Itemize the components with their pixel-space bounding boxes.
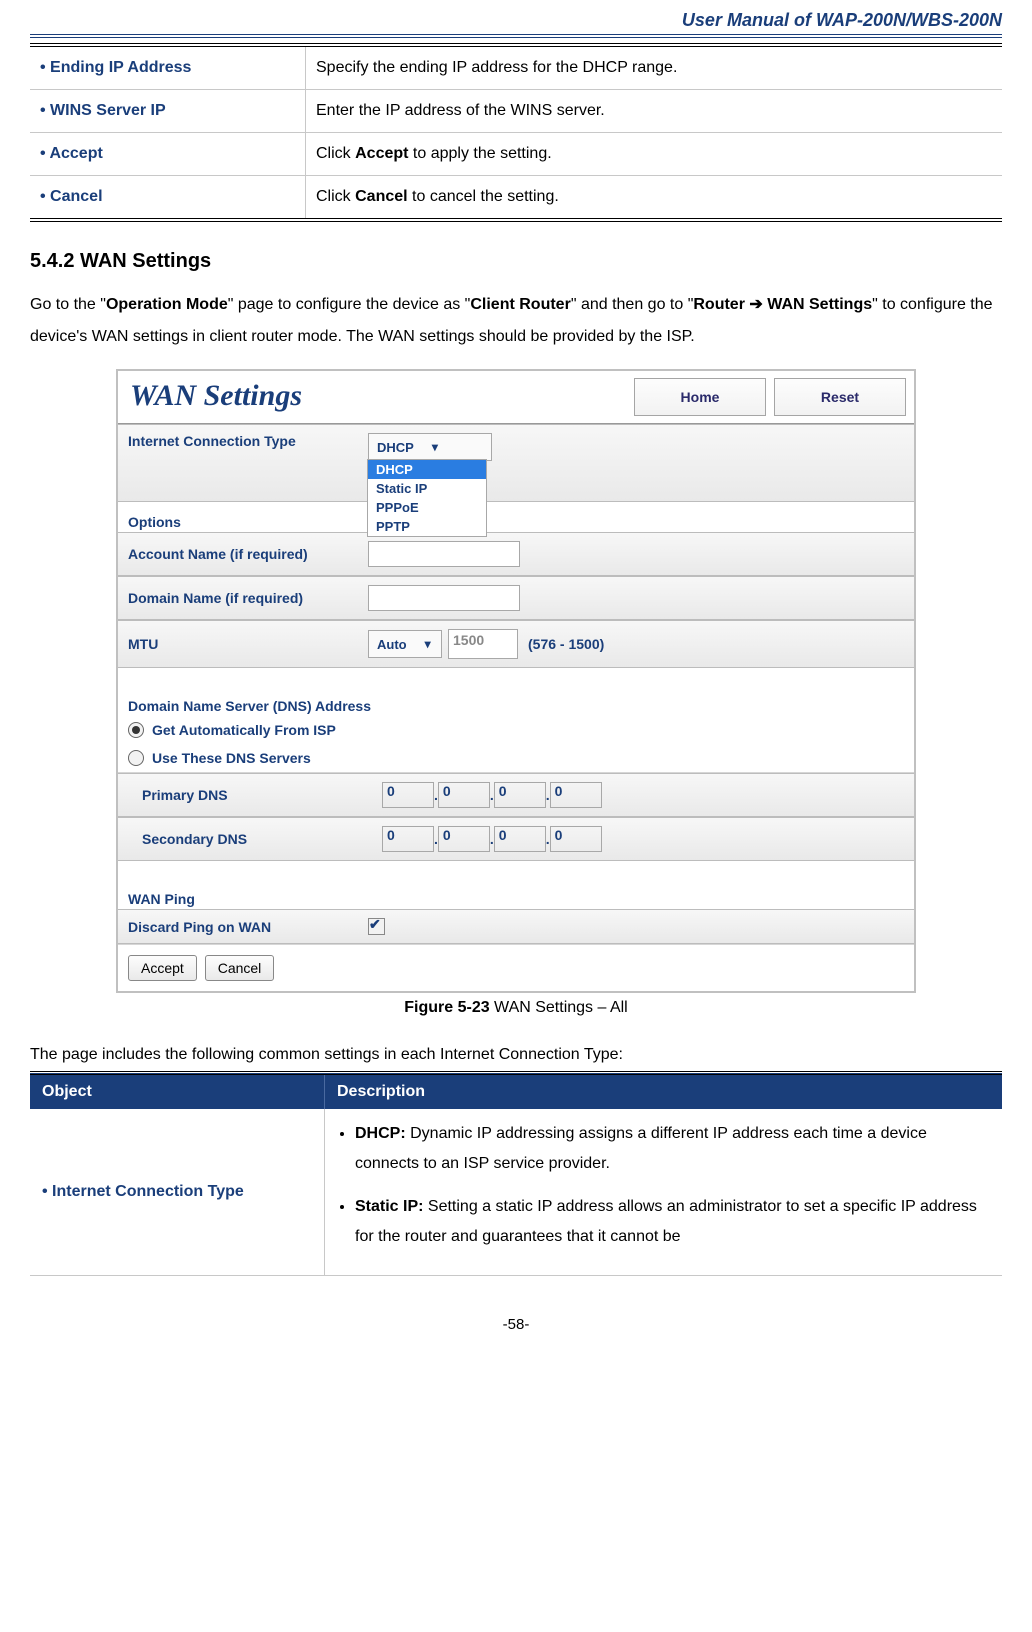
conn-type-select[interactable]: DHCP xyxy=(368,433,492,461)
dns-octet-input[interactable]: 0 xyxy=(382,826,434,852)
section-heading: 5.4.2 WAN Settings xyxy=(30,250,1002,273)
page-number: -58- xyxy=(30,1316,1002,1333)
dns-octet-input[interactable]: 0 xyxy=(550,826,602,852)
conn-option-pptp[interactable]: PPTP xyxy=(368,517,486,536)
figure-caption: Figure 5-23 WAN Settings – All xyxy=(30,999,1002,1017)
primary-dns-label: Primary DNS xyxy=(128,787,382,803)
section-paragraph: Go to the "Operation Mode" page to confi… xyxy=(30,289,1002,353)
description-list: DHCP: Dynamic IP addressing assigns a di… xyxy=(337,1119,990,1253)
conn-type-label: Internet Connection Type xyxy=(128,433,368,449)
table2-intro: The page includes the following common s… xyxy=(30,1039,1002,1071)
object-label: Ending IP Address xyxy=(40,59,191,76)
home-button[interactable]: Home xyxy=(634,378,766,416)
object-desc: Click Cancel to cancel the setting. xyxy=(306,176,1003,221)
conn-type-options[interactable]: DHCP Static IP PPPoE PPTP xyxy=(367,459,487,537)
dns-heading: Domain Name Server (DNS) Address xyxy=(118,686,914,716)
dns-manual-label: Use These DNS Servers xyxy=(152,750,311,766)
mtu-hint: (576 - 1500) xyxy=(528,636,604,652)
table-row: WINS Server IP Enter the IP address of t… xyxy=(30,90,1002,133)
domain-name-label: Domain Name (if required) xyxy=(128,590,368,606)
dns-octet-input[interactable]: 0 xyxy=(550,782,602,808)
accept-button[interactable]: Accept xyxy=(128,955,197,981)
mtu-label: MTU xyxy=(128,636,368,652)
table-row: Internet Connection Type DHCP: Dynamic I… xyxy=(30,1109,1002,1275)
conn-option-dhcp[interactable]: DHCP xyxy=(368,460,486,479)
domain-name-input[interactable] xyxy=(368,585,520,611)
object-label: Accept xyxy=(40,145,103,162)
mtu-value-input[interactable]: 1500 xyxy=(448,629,518,659)
col-description: Description xyxy=(325,1073,1003,1109)
object-label: WINS Server IP xyxy=(40,102,166,119)
discard-ping-checkbox[interactable] xyxy=(368,918,385,935)
table-row: Ending IP Address Specify the ending IP … xyxy=(30,45,1002,90)
reset-button[interactable]: Reset xyxy=(774,378,906,416)
parameter-table-continued: Ending IP Address Specify the ending IP … xyxy=(30,43,1002,222)
col-object: Object xyxy=(30,1073,325,1109)
account-name-label: Account Name (if required) xyxy=(128,546,368,562)
dns-auto-label: Get Automatically From ISP xyxy=(152,722,336,738)
object-desc: Click Accept to apply the setting. xyxy=(306,133,1003,176)
object-desc: Enter the IP address of the WINS server. xyxy=(306,90,1003,133)
object-label: Cancel xyxy=(40,188,103,205)
dns-auto-radio[interactable] xyxy=(128,722,144,738)
object-desc: Specify the ending IP address for the DH… xyxy=(306,45,1003,90)
conn-option-static[interactable]: Static IP xyxy=(368,479,486,498)
panel-title: WAN Settings xyxy=(118,371,314,423)
parameter-table-2: Object Description Internet Connection T… xyxy=(30,1071,1002,1276)
object-label: Internet Connection Type xyxy=(42,1183,244,1200)
discard-ping-label: Discard Ping on WAN xyxy=(128,919,368,935)
dns-manual-radio[interactable] xyxy=(128,750,144,766)
dns-octet-input[interactable]: 0 xyxy=(382,782,434,808)
cancel-button[interactable]: Cancel xyxy=(205,955,275,981)
mtu-mode-select[interactable]: Auto xyxy=(368,630,442,658)
wanping-heading: WAN Ping xyxy=(118,879,914,909)
dns-octet-input[interactable]: 0 xyxy=(494,782,546,808)
table-row: Cancel Click Cancel to cancel the settin… xyxy=(30,176,1002,221)
dns-octet-input[interactable]: 0 xyxy=(438,826,490,852)
options-heading: Options xyxy=(118,502,914,532)
table-row: Accept Click Accept to apply the setting… xyxy=(30,133,1002,176)
wan-settings-screenshot: WAN Settings Home Reset Internet Connect… xyxy=(116,369,916,993)
secondary-dns-label: Secondary DNS xyxy=(128,831,382,847)
page-header: User Manual of WAP-200N/WBS-200N xyxy=(30,0,1002,38)
account-name-input[interactable] xyxy=(368,541,520,567)
conn-option-pppoe[interactable]: PPPoE xyxy=(368,498,486,517)
dns-octet-input[interactable]: 0 xyxy=(438,782,490,808)
dns-octet-input[interactable]: 0 xyxy=(494,826,546,852)
